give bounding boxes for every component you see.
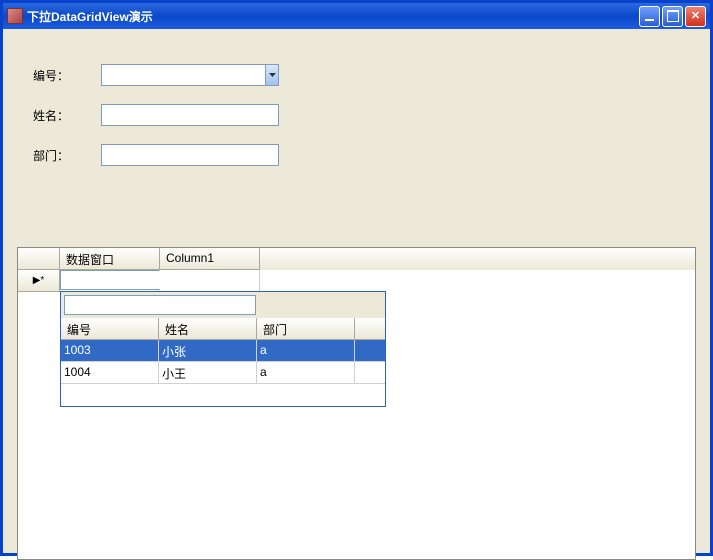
name-label: 姓名： <box>33 107 81 124</box>
id-label: 编号： <box>33 67 81 84</box>
popup-cell-dept[interactable]: a <box>257 362 355 384</box>
form-row-name: 姓名： <box>3 104 710 126</box>
titlebar[interactable]: 下拉DataGridView演示 <box>3 3 710 29</box>
form-area: 编号： 姓名： 部门： <box>3 29 710 184</box>
popup-rows: 1003小张a1004小王a <box>61 340 385 384</box>
grid-header-col2[interactable]: Column1 <box>160 248 260 270</box>
popup-header-fill <box>355 318 385 340</box>
id-combo-button[interactable] <box>265 65 278 85</box>
popup-header-row: 编号 姓名 部门 <box>61 318 385 340</box>
window-controls <box>639 6 706 27</box>
close-button[interactable] <box>685 6 706 27</box>
popup-cell-fill <box>355 362 385 384</box>
popup-search-input[interactable] <box>64 295 256 315</box>
dept-label: 部门： <box>33 147 81 164</box>
dept-input[interactable] <box>101 144 279 166</box>
popup-row[interactable]: 1004小王a <box>61 362 385 384</box>
minimize-button[interactable] <box>639 6 660 27</box>
grid-row-indicator[interactable]: ▶* <box>18 270 60 292</box>
chevron-down-icon <box>269 73 276 77</box>
dropdown-popup: 编号 姓名 部门 1003小张a1004小王a <box>60 291 386 407</box>
popup-spacer <box>61 384 385 406</box>
grid-corner-cell[interactable] <box>18 248 60 270</box>
grid-header-col1[interactable]: 数据窗口 <box>60 248 160 270</box>
grid-new-row[interactable]: ▶* <box>18 270 695 292</box>
popup-header-dept[interactable]: 部门 <box>257 318 355 340</box>
popup-cell-name[interactable]: 小张 <box>159 340 257 362</box>
popup-cell-dept[interactable]: a <box>257 340 355 362</box>
grid-cell-col1[interactable] <box>60 270 160 292</box>
popup-search-row <box>61 292 385 318</box>
cell-combo[interactable] <box>60 270 159 290</box>
popup-row[interactable]: 1003小张a <box>61 340 385 362</box>
client-area: 编号： 姓名： 部门： 数据窗口 Column1 <box>3 29 710 553</box>
popup-cell-fill <box>355 340 385 362</box>
name-input[interactable] <box>101 104 279 126</box>
app-icon <box>7 8 23 24</box>
id-combo-input[interactable] <box>102 65 265 85</box>
id-combo[interactable] <box>101 64 279 86</box>
popup-header-name[interactable]: 姓名 <box>159 318 257 340</box>
grid-header-row: 数据窗口 Column1 <box>18 248 695 270</box>
window-frame: 下拉DataGridView演示 编号： 姓名： <box>0 0 713 556</box>
form-row-id: 编号： <box>3 64 710 86</box>
form-row-dept: 部门： <box>3 144 710 166</box>
popup-header-id[interactable]: 编号 <box>61 318 159 340</box>
popup-cell-name[interactable]: 小王 <box>159 362 257 384</box>
popup-cell-id[interactable]: 1003 <box>61 340 159 362</box>
window-title: 下拉DataGridView演示 <box>27 8 639 25</box>
grid-cell-col2[interactable] <box>160 270 260 292</box>
maximize-button[interactable] <box>662 6 683 27</box>
popup-cell-id[interactable]: 1004 <box>61 362 159 384</box>
